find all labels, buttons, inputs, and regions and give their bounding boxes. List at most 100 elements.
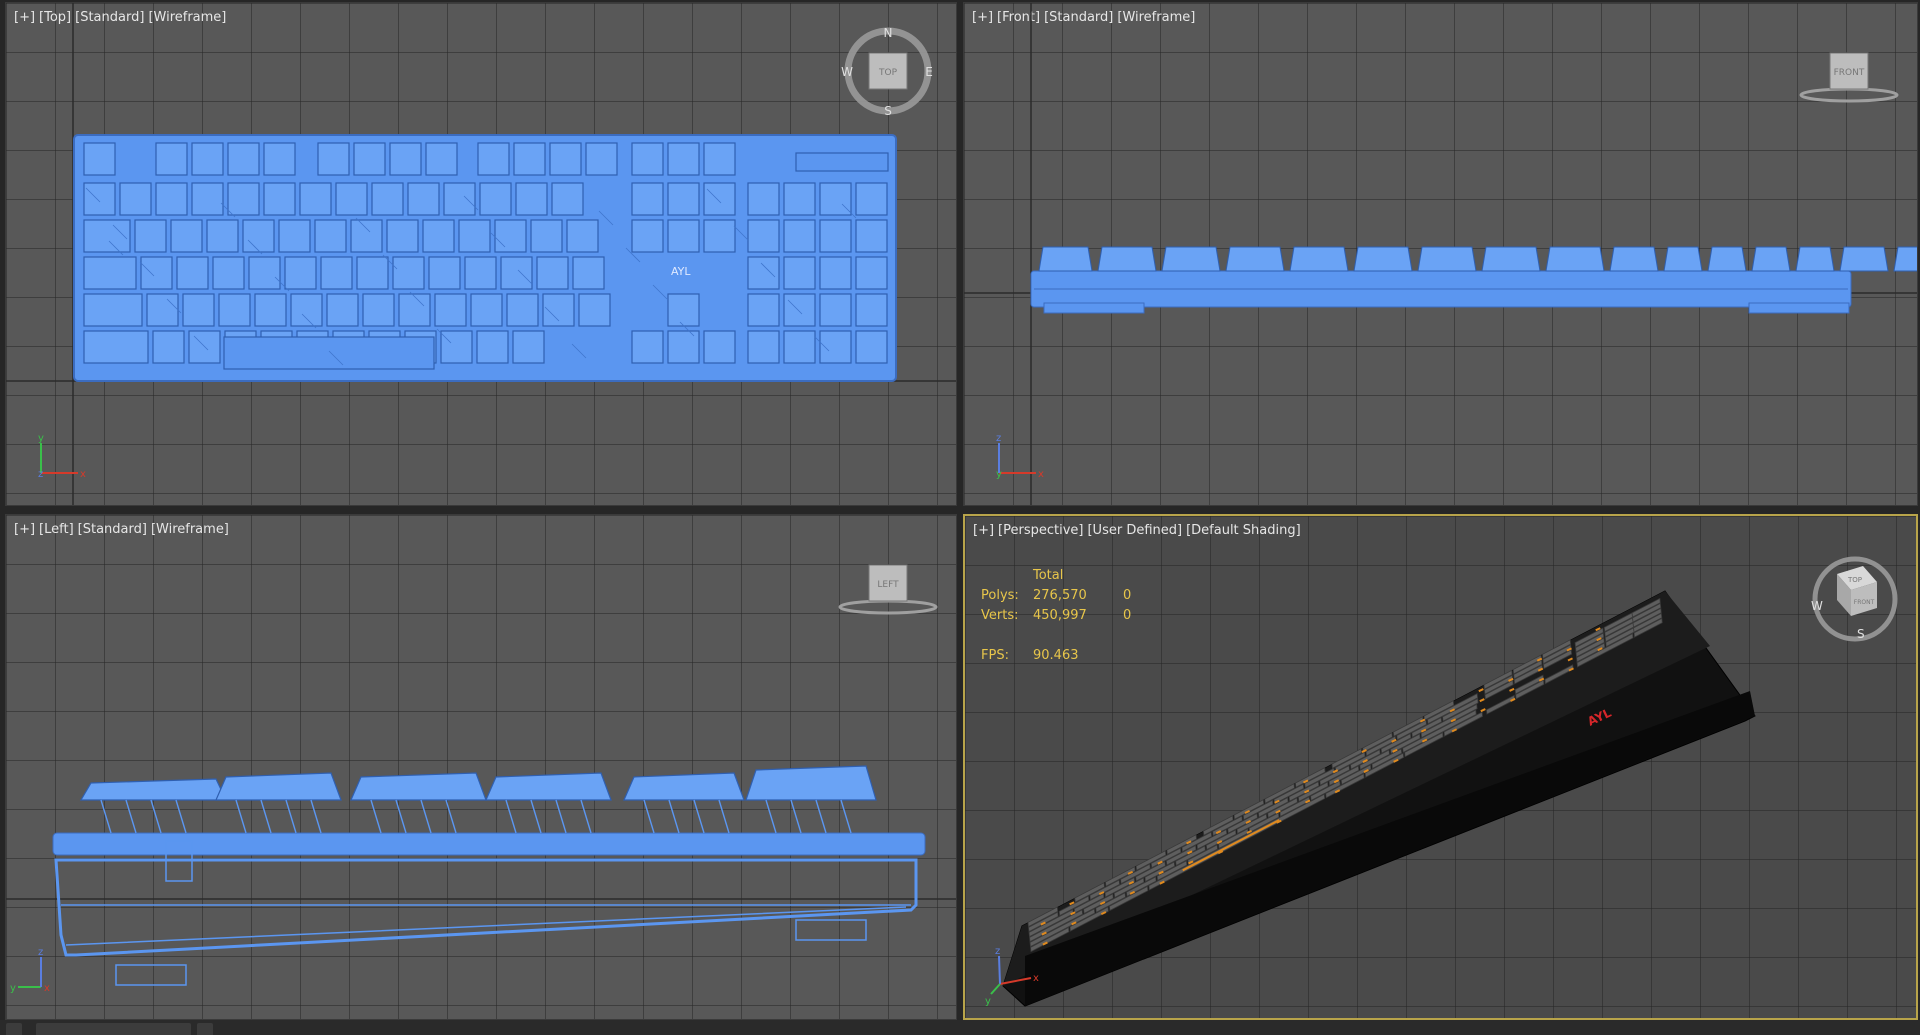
- keycap-side: [1609, 246, 1659, 272]
- keycap: [320, 256, 353, 290]
- spacebar-keycap: [223, 336, 435, 370]
- switch-stem: [125, 799, 137, 834]
- switch-stem: [260, 799, 272, 834]
- keycap: [566, 219, 599, 253]
- viewport-left[interactable]: [+] [Left] [Standard] [Wireframe] LEFT z y …: [5, 514, 957, 1020]
- svg-text:y: y: [985, 996, 991, 1007]
- keycap: [392, 256, 425, 290]
- keycap: [513, 142, 546, 176]
- keycap: [477, 142, 510, 176]
- viewport-front[interactable]: [+] [Front] [Standard] [Wireframe] FRONT z …: [963, 2, 1918, 506]
- keycap: [631, 219, 664, 253]
- svg-text:W: W: [841, 65, 853, 79]
- switch-stem: [505, 799, 517, 834]
- keycap: [83, 142, 116, 176]
- svg-text:x: x: [1038, 469, 1044, 480]
- switch-stem: [420, 799, 432, 834]
- axis-gizmo-left: z y x: [10, 947, 50, 994]
- keycap: [536, 256, 569, 290]
- keycap-side: [1751, 246, 1791, 272]
- keycap-side: [1795, 246, 1835, 272]
- keycap: [155, 142, 188, 176]
- keycap: [248, 256, 281, 290]
- perspective-canvas: AYL TOP FRONT W S z x y: [985, 556, 1898, 1007]
- keycap: [476, 330, 509, 364]
- keycap-side: [1839, 246, 1889, 272]
- keyboard-wireframe-left: [52, 765, 926, 986]
- keycap-profile-left: [79, 765, 877, 834]
- keycap: [819, 293, 852, 327]
- keycap: [83, 219, 131, 253]
- keycap: [578, 293, 611, 327]
- top-view-canvas: AYL TOP N S E W y x z: [6, 3, 956, 505]
- keyboard-wireframe-front: [1030, 246, 1917, 314]
- keycap-side: [1417, 246, 1477, 272]
- svg-text:x: x: [44, 983, 50, 994]
- keycap: [314, 219, 347, 253]
- viewcube-perspective[interactable]: TOP FRONT W S: [1811, 556, 1898, 642]
- keycap: [83, 182, 116, 216]
- keycap: [667, 219, 700, 253]
- switch-stem: [580, 799, 592, 834]
- keycap-side: [1097, 246, 1157, 272]
- svg-text:TOP: TOP: [878, 68, 898, 78]
- keycap: [747, 182, 780, 216]
- switch-stem: [445, 799, 457, 834]
- keycap: [227, 142, 260, 176]
- strip-tab[interactable]: [197, 1023, 213, 1035]
- strip-tab[interactable]: [36, 1023, 191, 1035]
- viewcube-front[interactable]: FRONT: [1799, 52, 1899, 103]
- keycap: [263, 142, 296, 176]
- keycap: [398, 293, 431, 327]
- keycap: [512, 330, 545, 364]
- keycap: [747, 330, 780, 364]
- keycap-profile: [350, 772, 487, 801]
- keycap: [170, 219, 203, 253]
- axis-gizmo-top: y x z: [38, 433, 86, 480]
- keycap: [140, 256, 173, 290]
- switch-stem: [555, 799, 567, 834]
- keycap: [335, 182, 368, 216]
- keycap: [362, 293, 395, 327]
- keycap: [464, 256, 497, 290]
- keycap: [703, 330, 736, 364]
- keycap: [371, 182, 404, 216]
- viewcube-left[interactable]: LEFT: [838, 564, 938, 615]
- switch-stem: [175, 799, 187, 834]
- keycap-profile: [79, 778, 227, 801]
- keycap: [356, 256, 389, 290]
- keycap: [407, 182, 440, 216]
- keycap-side: [1481, 246, 1541, 272]
- keycap: [631, 142, 664, 176]
- switch-stem: [840, 799, 852, 834]
- keycap: [242, 219, 275, 253]
- keycap: [83, 330, 149, 364]
- keycap: [386, 219, 419, 253]
- keycap: [227, 182, 260, 216]
- keycap-profile: [623, 772, 745, 801]
- viewport-perspective[interactable]: [+] [Perspective] [User Defined] [Default S…: [963, 514, 1918, 1020]
- keycap-side: [1225, 246, 1285, 272]
- svg-text:W: W: [1811, 599, 1823, 613]
- switch-stem: [370, 799, 382, 834]
- keycap-side: [1038, 246, 1093, 272]
- svg-text:S: S: [1857, 627, 1865, 641]
- keycap: [146, 293, 179, 327]
- keycap: [428, 256, 461, 290]
- keycap: [703, 182, 736, 216]
- viewcube-top[interactable]: TOP N S E W: [841, 26, 933, 118]
- keycap: [443, 182, 476, 216]
- svg-text:z: z: [38, 947, 43, 958]
- keycap: [458, 219, 491, 253]
- keycap: [191, 182, 224, 216]
- keycap-profile: [745, 765, 877, 801]
- viewport-top[interactable]: [+] [Top] [Standard] [Wireframe] AYL TOP N …: [5, 2, 957, 506]
- keycap: [783, 219, 816, 253]
- keycap: [218, 293, 251, 327]
- svg-text:x: x: [1033, 973, 1039, 984]
- keycap: [263, 182, 296, 216]
- strip-tab[interactable]: [6, 1023, 22, 1035]
- svg-text:E: E: [925, 65, 933, 79]
- keycap: [284, 256, 317, 290]
- keycap: [667, 142, 700, 176]
